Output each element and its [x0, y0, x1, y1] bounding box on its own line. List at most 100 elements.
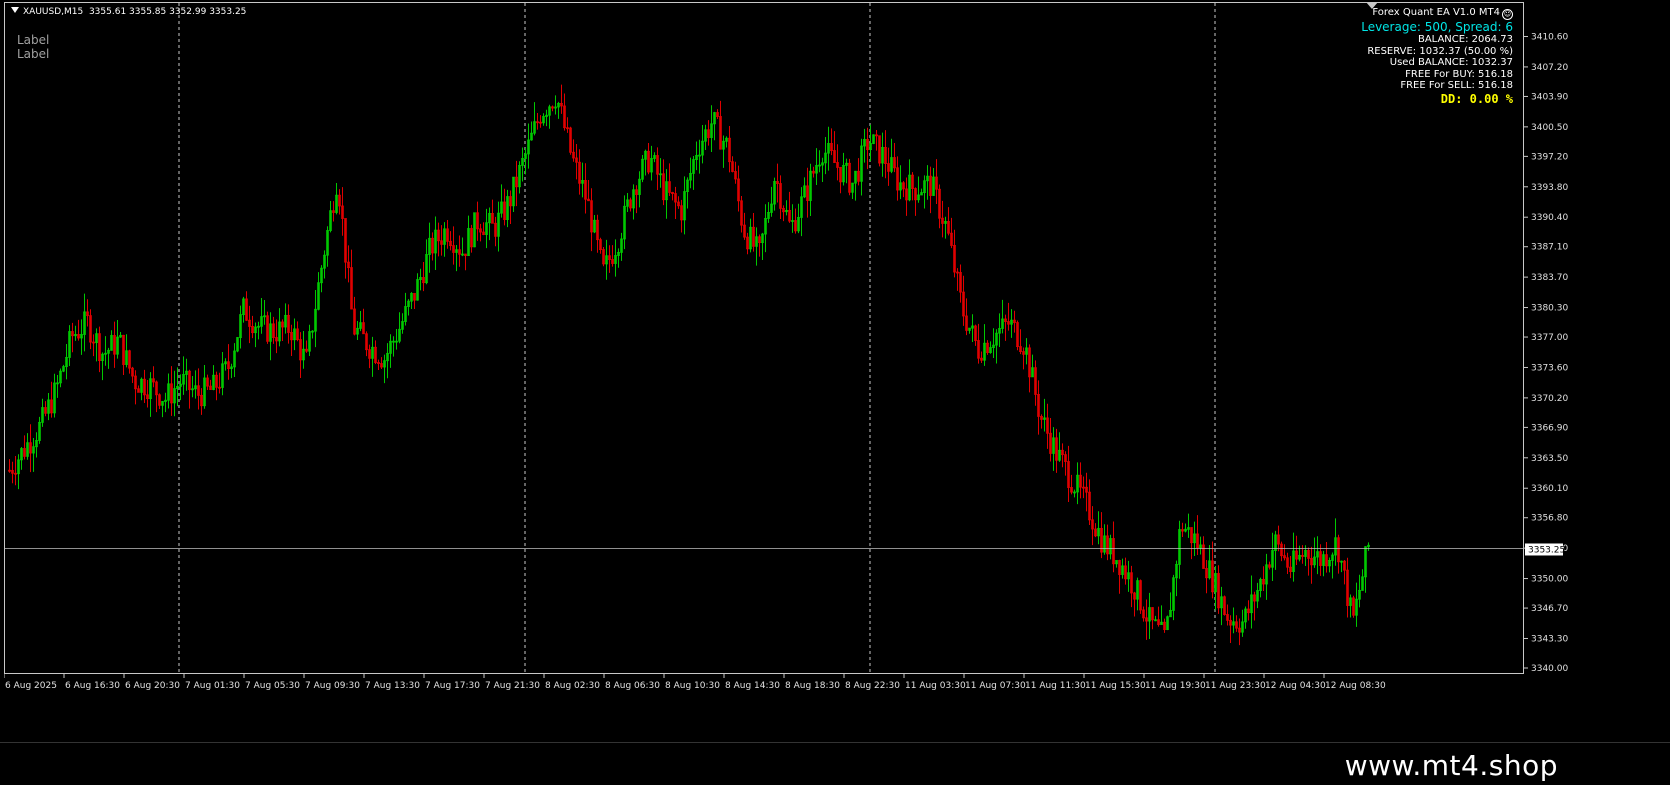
candle — [998, 313, 1001, 348]
candle — [314, 290, 317, 348]
candle — [683, 176, 686, 235]
candle — [287, 304, 290, 344]
candle — [305, 340, 308, 353]
chart-area[interactable]: XAUUSD,M15 3355.61 3355.85 3352.99 3353.… — [4, 2, 1524, 674]
candle — [1043, 398, 1046, 432]
candle — [1346, 557, 1349, 618]
candle — [527, 123, 530, 169]
candle — [782, 205, 785, 222]
price-tick-label: 3410.60 — [1531, 33, 1568, 43]
candle — [1352, 595, 1355, 618]
candle — [626, 193, 629, 213]
candle — [116, 319, 119, 359]
candle — [554, 95, 557, 115]
candle — [1277, 525, 1280, 552]
candle — [140, 377, 143, 401]
candle — [467, 215, 470, 256]
candle — [362, 308, 365, 335]
candle — [89, 309, 92, 350]
candle — [452, 226, 455, 265]
candle — [92, 334, 95, 357]
candle — [989, 341, 992, 354]
candle — [830, 128, 833, 156]
candle — [1322, 550, 1325, 577]
candle — [32, 437, 35, 472]
candle — [1145, 599, 1148, 640]
candle — [824, 136, 827, 175]
candle — [83, 293, 86, 352]
candle — [326, 226, 329, 267]
candle — [1025, 338, 1028, 365]
candle — [602, 246, 605, 267]
candle — [800, 187, 803, 237]
candle — [359, 310, 362, 332]
candle — [1139, 579, 1142, 614]
candle — [623, 195, 626, 250]
candle — [494, 216, 497, 247]
time-tick-label: 12 Aug 04:30 — [1265, 681, 1326, 691]
candle — [176, 367, 179, 407]
dropdown-triangle-icon[interactable] — [11, 7, 19, 13]
candle — [1262, 566, 1265, 591]
price-tick-label: 3383.70 — [1531, 273, 1568, 283]
candle — [236, 337, 239, 353]
candle — [1253, 591, 1256, 621]
candle — [641, 154, 644, 183]
time-tick-label: 11 Aug 23:30 — [1205, 681, 1266, 691]
time-tick-label: 6 Aug 20:30 — [125, 681, 180, 691]
candle — [1313, 537, 1316, 568]
candle — [47, 392, 50, 421]
candle — [1280, 541, 1283, 562]
candle — [167, 373, 170, 409]
candle — [1337, 534, 1340, 574]
candle — [1055, 428, 1058, 473]
candle — [521, 147, 524, 182]
candle — [866, 127, 869, 170]
candle — [1187, 513, 1190, 538]
time-axis[interactable]: 6 Aug 2025 6 Aug 16:30 6 Aug 20:30 7 Aug 01… — [4, 674, 1524, 696]
candle — [29, 424, 32, 473]
candle — [488, 207, 491, 241]
candle — [1331, 552, 1334, 579]
candle — [1265, 553, 1268, 600]
candle — [776, 163, 779, 203]
price-tick-label: 3363.50 — [1531, 454, 1568, 464]
symbol-label: XAUUSD,M15 — [23, 7, 84, 17]
candle — [233, 343, 236, 377]
chart-shift-marker-icon[interactable] — [1366, 2, 1378, 9]
candle — [668, 163, 671, 197]
candle — [227, 344, 230, 380]
candle — [215, 371, 218, 401]
candle — [332, 201, 335, 222]
candle — [500, 184, 503, 218]
candle — [647, 143, 650, 175]
candle — [1103, 524, 1106, 555]
candle — [329, 201, 332, 233]
price-chart[interactable] — [5, 3, 1524, 674]
candle — [911, 172, 914, 201]
candle — [11, 461, 14, 484]
candle — [1121, 558, 1124, 579]
candle — [1028, 344, 1031, 393]
candle — [1112, 521, 1115, 573]
candle — [731, 156, 734, 173]
candle — [239, 305, 242, 349]
candle — [689, 157, 692, 189]
price-axis[interactable]: 3410.60 3407.20 3403.90 3400.50 3397.20 3393.… — [1524, 2, 1670, 674]
free-for-sell: FREE For SELL: 516.18 — [1400, 80, 1513, 92]
candle — [1085, 472, 1088, 512]
candle — [974, 324, 977, 346]
candle — [881, 132, 884, 177]
candle — [212, 365, 215, 391]
candle — [890, 138, 893, 174]
candle — [107, 347, 110, 369]
candle — [1319, 544, 1322, 576]
candle — [1001, 299, 1004, 334]
candle — [164, 392, 167, 413]
candle — [113, 321, 116, 368]
candle — [533, 102, 536, 136]
candle — [14, 455, 17, 486]
candle — [545, 109, 548, 127]
candle — [584, 163, 587, 214]
symbol-header: XAUUSD,M15 3355.61 3355.85 3352.99 3353.… — [11, 7, 246, 17]
